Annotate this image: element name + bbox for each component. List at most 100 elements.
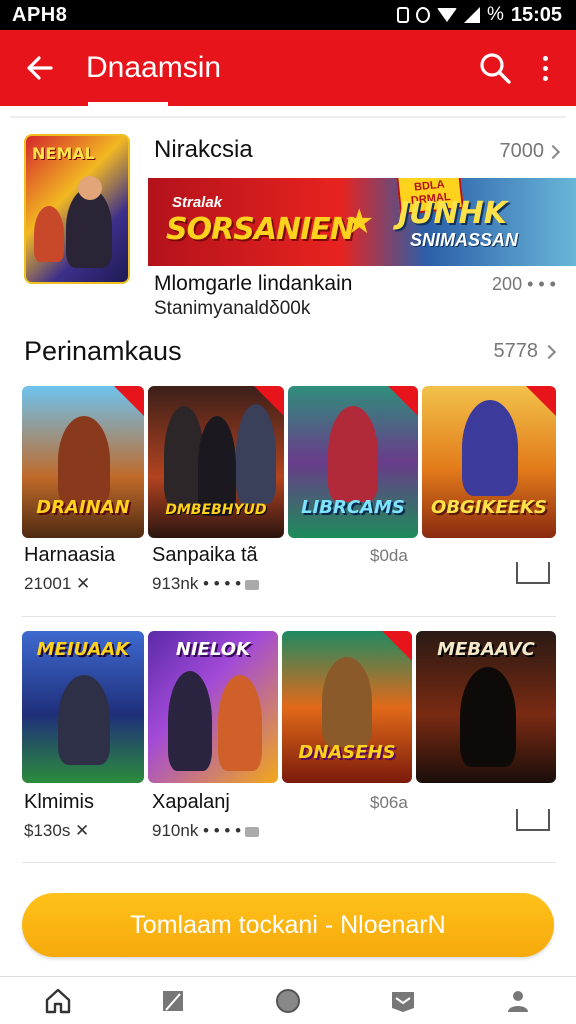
game-tile[interactable]: MEBAAVC [416, 631, 556, 783]
game-tile[interactable]: LIBRCAMS [288, 386, 418, 538]
battery-text: % [486, 4, 504, 25]
featured-thumbnail[interactable]: NEMAL [24, 134, 130, 284]
game-tile[interactable]: DNASEHS [282, 631, 412, 783]
tile-badge [526, 386, 556, 416]
nav-inbox[interactable] [373, 979, 433, 1023]
game-tile[interactable]: DRAINAN [22, 386, 144, 538]
game-tile[interactable]: OBGIKEEKS [422, 386, 556, 538]
chevron-right-icon [541, 344, 557, 359]
card-price: $06a [370, 793, 408, 812]
tile-title: DRAINAN [36, 497, 130, 518]
section-see-all[interactable]: 5778 [493, 340, 557, 363]
card-name: Sanpaika tã [152, 544, 258, 566]
card-name: Harnaasia [24, 544, 116, 566]
more-vert-icon [542, 55, 548, 81]
character-figure [328, 406, 378, 502]
arrow-left-icon [27, 56, 53, 80]
chevron-right-icon [545, 144, 561, 159]
banner-big-text: SORSANIEN [166, 212, 355, 247]
card-meta-text: 910nk • • • • [152, 821, 242, 840]
signal-icon [463, 7, 480, 23]
featured-count[interactable]: 7000 [499, 140, 561, 163]
tile-badge [388, 386, 418, 416]
inbox-icon [392, 991, 415, 1012]
character-figure [462, 400, 518, 496]
content-scroll[interactable]: NEMAL Nirakcsia 7000 Stralak SORSANIEN ★… [0, 106, 576, 876]
home-icon [45, 988, 70, 1013]
status-time-left: APH8 [12, 3, 68, 26]
nav-home-center[interactable] [258, 979, 318, 1023]
tile-title: OBGIKEEKS [431, 497, 547, 518]
status-time-right: 15:05 [510, 3, 562, 26]
card-meta-text: 913nk • • • • [152, 574, 242, 593]
card-name: Xapalanj [152, 791, 230, 813]
wifi-icon [436, 8, 457, 22]
character-head [78, 176, 102, 200]
featured-description: Mlomgarle lindankain [154, 272, 353, 295]
divider [22, 616, 556, 617]
download-icon[interactable] [516, 809, 550, 831]
featured-thumbnail-text: NEMAL [32, 144, 95, 163]
bottom-nav [0, 976, 576, 1024]
profile-icon [508, 990, 529, 1012]
character-figure [58, 675, 110, 765]
game-tile[interactable]: MEIUAAK [22, 631, 144, 783]
card-name: Klmimis [24, 791, 94, 813]
promo-banner[interactable]: Stralak SORSANIEN ★ BDLA DRMAL JUNHK SNI… [148, 178, 576, 266]
banner-right-small-text: SNIMASSAN [410, 230, 519, 250]
tile-badge [114, 386, 144, 416]
app-bar: Dnaamsin [0, 30, 576, 106]
tile-title: MEIUAAK [36, 639, 130, 660]
tile-title: DNASEHS [298, 742, 396, 763]
character-figure [198, 416, 236, 516]
section-title: Perinamkaus [24, 336, 182, 366]
card-meta: 913nk • • • • [152, 574, 260, 594]
tile-title: LIBRCAMS [301, 497, 405, 518]
tile-title: DMBEBHYUD [165, 502, 267, 518]
video-icon [245, 579, 260, 590]
more-button[interactable] [520, 38, 570, 98]
character-figure [58, 416, 110, 506]
card-meta: $130s ✕ [24, 821, 90, 840]
back-button[interactable] [10, 38, 70, 98]
card-meta: 910nk • • • • [152, 821, 260, 841]
featured-card[interactable]: NEMAL Nirakcsia 7000 Stralak SORSANIEN ★… [10, 116, 576, 319]
featured-meta: 200 • • • [492, 274, 556, 294]
banner-small-text: Stralak [172, 194, 223, 211]
edit-icon [162, 990, 183, 1011]
character-figure [66, 188, 112, 268]
divider [22, 862, 556, 863]
game-tile[interactable]: NIELOK [148, 631, 278, 783]
character-figure [460, 667, 516, 767]
game-tile[interactable]: DMBEBHYUD [148, 386, 284, 538]
star-icon: ★ [344, 203, 375, 241]
banner-right-big-text: JUNHK [398, 196, 507, 231]
cta-label: Tomlaam tockani - NloenarN [130, 910, 446, 939]
card-meta: 21001 ✕ [24, 574, 91, 593]
status-icons: % 15:05 [396, 3, 562, 27]
game-row: DRAINAN DMBEBHYUD LIBRCAMS OBGIKEEKS Har… [22, 386, 556, 596]
section-count-value: 5778 [493, 340, 539, 362]
search-icon [480, 53, 511, 84]
search-button[interactable] [470, 38, 520, 98]
tile-title: MEBAAVC [437, 639, 535, 660]
nav-edit[interactable] [143, 979, 203, 1023]
character-figure [168, 671, 212, 771]
character-figure [236, 404, 276, 504]
vibrate-icon [415, 7, 430, 23]
featured-subdescription: Stanimyanaldδ00k [154, 298, 311, 319]
nav-home[interactable] [28, 979, 88, 1023]
featured-count-value: 7000 [499, 140, 545, 162]
tile-badge [382, 631, 412, 661]
character-figure [34, 206, 64, 262]
character-figure [322, 657, 372, 747]
section-header: Perinamkaus 5778 [24, 336, 557, 367]
status-bar: APH8 % 15:05 [0, 0, 576, 30]
character-figure [218, 675, 262, 771]
page-title: Dnaamsin [86, 51, 222, 84]
primary-cta-button[interactable]: Tomlaam tockani - NloenarN [22, 893, 554, 957]
sim-icon [396, 7, 409, 23]
video-icon [245, 826, 260, 837]
nav-profile[interactable] [488, 979, 548, 1023]
download-icon[interactable] [516, 562, 550, 584]
